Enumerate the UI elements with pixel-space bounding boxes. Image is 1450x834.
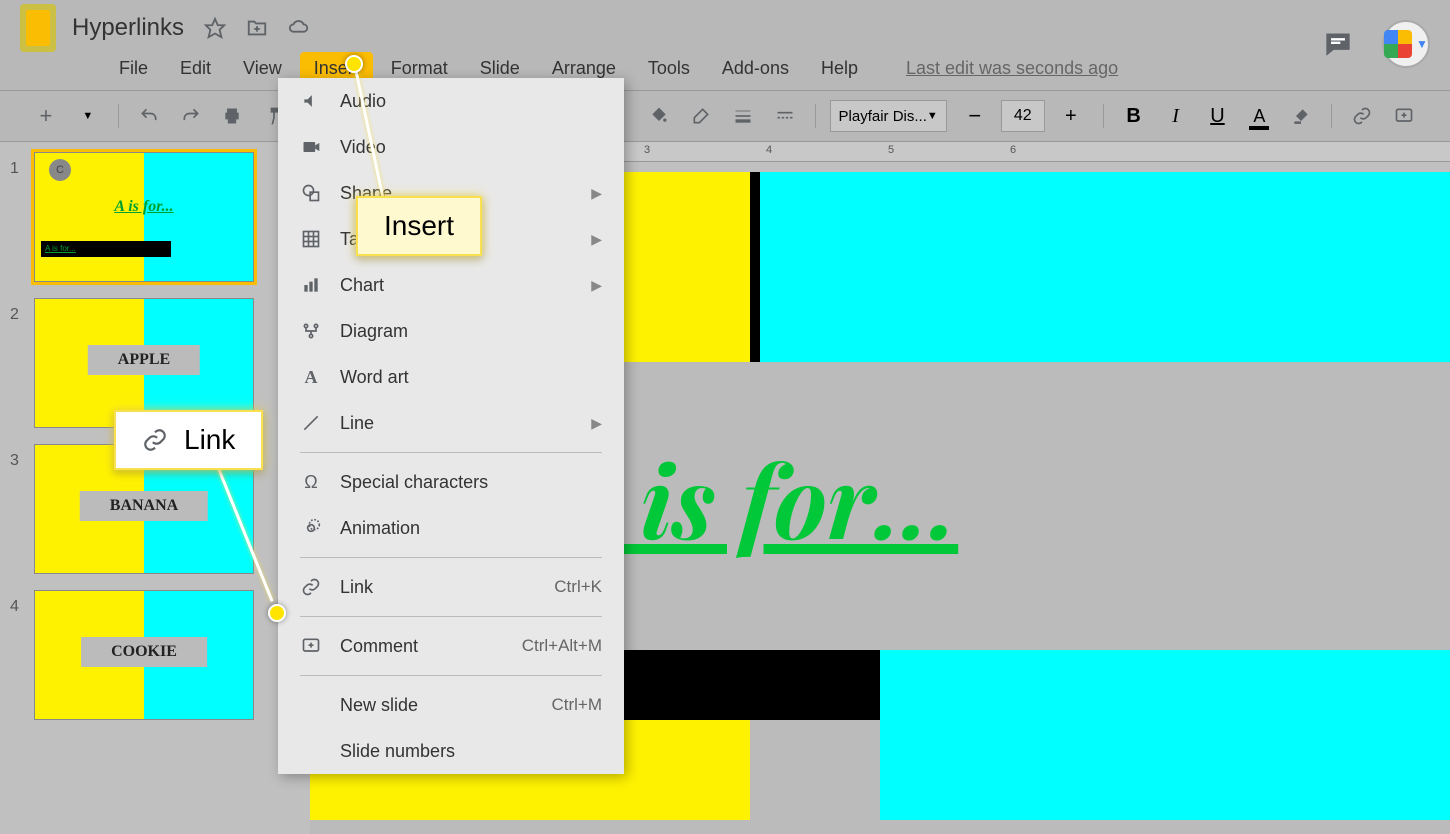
insert-wordart[interactable]: AWord art <box>278 354 624 400</box>
border-weight-button[interactable] <box>727 98 759 134</box>
undo-button[interactable] <box>133 98 165 134</box>
slide-number: 2 <box>10 298 34 428</box>
new-slide-dropdown[interactable]: ▼ <box>72 98 104 134</box>
font-size-increase[interactable]: + <box>1053 98 1089 134</box>
font-size-decrease[interactable]: − <box>957 98 993 134</box>
slide-number: 4 <box>10 590 34 720</box>
account-avatar[interactable]: ▼ <box>1382 20 1430 68</box>
comments-icon[interactable] <box>1324 30 1352 58</box>
cloud-save-icon[interactable] <box>288 17 310 39</box>
insert-diagram[interactable]: Diagram <box>278 308 624 354</box>
slide-thumbnail-2[interactable]: APPLE <box>34 298 254 428</box>
bold-button[interactable]: B <box>1118 98 1150 134</box>
insert-chart[interactable]: Chart▶ <box>278 262 624 308</box>
redo-button[interactable] <box>175 98 207 134</box>
menu-file[interactable]: File <box>105 52 162 85</box>
link-icon <box>142 427 168 453</box>
menu-help[interactable]: Help <box>807 52 872 85</box>
cyan-shape-2[interactable] <box>880 650 1450 820</box>
separator-shape <box>750 172 760 362</box>
insert-link[interactable]: LinkCtrl+K <box>278 564 624 610</box>
insert-video[interactable]: Video <box>278 124 624 170</box>
doc-title[interactable]: Hyperlinks <box>72 14 184 42</box>
callout-link: Link <box>114 410 263 470</box>
italic-button[interactable]: I <box>1160 98 1192 134</box>
print-button[interactable] <box>217 98 249 134</box>
fill-color-button[interactable] <box>643 98 675 134</box>
insert-animation[interactable]: Animation <box>278 505 624 551</box>
insert-special-chars[interactable]: ΩSpecial characters <box>278 459 624 505</box>
cyan-shape[interactable] <box>760 172 1450 362</box>
insert-comment-button[interactable] <box>1388 98 1420 134</box>
slide-number: 3 <box>10 444 34 574</box>
menubar: File Edit View Insert Format Slide Arran… <box>20 48 1430 88</box>
toolbar: + ▼ Playfair Dis...▼ − 42 + B I U A <box>0 90 1450 142</box>
menu-edit[interactable]: Edit <box>166 52 225 85</box>
insert-audio[interactable]: Audio <box>278 78 624 124</box>
new-slide-button[interactable]: + <box>30 98 62 134</box>
menu-tools[interactable]: Tools <box>634 52 704 85</box>
callout-insert: Insert <box>356 196 482 256</box>
border-color-button[interactable] <box>685 98 717 134</box>
annotation-dot <box>268 604 286 622</box>
slide-thumbnail-1[interactable]: C A is for... A is for... <box>34 152 254 282</box>
star-icon[interactable] <box>204 17 226 39</box>
slide-thumbnail-4[interactable]: COOKIE <box>34 590 254 720</box>
insert-slide-numbers[interactable]: Slide numbers <box>278 728 624 774</box>
font-select[interactable]: Playfair Dis...▼ <box>830 100 947 132</box>
insert-link-button[interactable] <box>1346 98 1378 134</box>
menu-addons[interactable]: Add-ons <box>708 52 803 85</box>
move-folder-icon[interactable] <box>246 17 268 39</box>
insert-line[interactable]: Line▶ <box>278 400 624 446</box>
annotation-dot <box>345 55 363 73</box>
slide-number: 1 <box>10 152 34 282</box>
slide-panel[interactable]: 1 C A is for... A is for... 2 APPLE 3 BA… <box>0 142 310 834</box>
border-dash-button[interactable] <box>769 98 801 134</box>
font-size-input[interactable]: 42 <box>1001 100 1045 132</box>
underline-button[interactable]: U <box>1202 98 1234 134</box>
text-color-button[interactable]: A <box>1243 98 1275 134</box>
insert-new-slide[interactable]: New slideCtrl+M <box>278 682 624 728</box>
slides-logo[interactable] <box>20 4 56 52</box>
last-edit-link[interactable]: Last edit was seconds ago <box>906 58 1118 79</box>
insert-comment[interactable]: CommentCtrl+Alt+M <box>278 623 624 669</box>
highlight-color-button[interactable] <box>1285 98 1317 134</box>
insert-dropdown: Audio Video Shape▶ Table▶ Chart▶ Diagram… <box>278 78 624 774</box>
